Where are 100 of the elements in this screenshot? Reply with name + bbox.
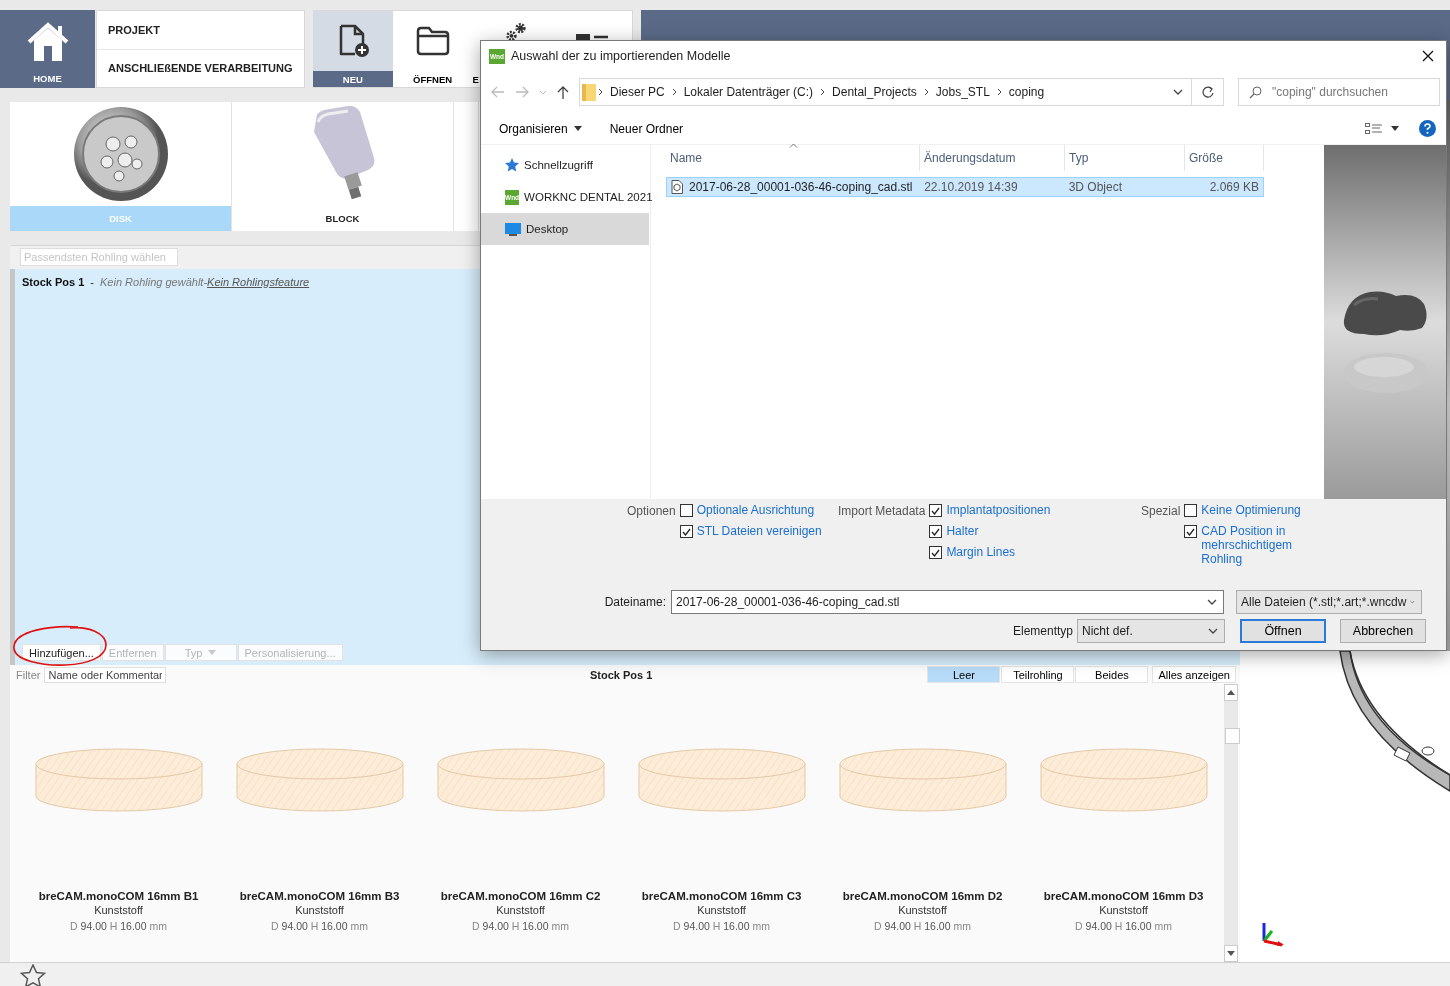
filetype-dropdown[interactable]: Alle Dateien (*.stl;*.art;*.wncdw	[1236, 590, 1422, 614]
material-text: Kunststoff	[94, 904, 143, 917]
nav-item[interactable]: Desktop	[481, 213, 649, 245]
breadcrumb-item[interactable]: Lokaler Datenträger (C:)	[678, 85, 819, 99]
caret-icon	[208, 650, 217, 656]
field-label: Dateiname:	[603, 595, 667, 609]
breadcrumb-item[interactable]: Dieser PC	[605, 85, 670, 99]
filter-toggle[interactable]: Teilrohling	[1001, 666, 1075, 684]
dropdown-icon	[1410, 599, 1415, 605]
option-label[interactable]: STL Dateien vereinigen	[696, 524, 822, 538]
checkbox[interactable]	[1184, 525, 1198, 538]
chevron-icon	[598, 88, 603, 96]
dimensions-text: D 94.00 H 16.00 mm	[1075, 920, 1172, 933]
nav-item[interactable]: Schnellzugriff	[481, 149, 649, 181]
dimensions-text: D 94.00 H 16.00 mm	[70, 920, 167, 933]
check-icon	[931, 548, 941, 557]
view-options-button[interactable]	[1365, 122, 1399, 135]
star-icon[interactable]	[505, 158, 519, 172]
search-field[interactable]: Passendsten Rohling wählen	[20, 248, 178, 267]
column-header[interactable]: Größe	[1185, 145, 1264, 171]
chevron-icon	[923, 88, 929, 96]
show-all-button[interactable]: Alles anzeigen	[1152, 666, 1236, 684]
stock-name: breCAM.monoCOM 16mm C2	[440, 890, 601, 903]
column-header[interactable]: Änderungsdatum	[920, 145, 1065, 171]
filter-toggle[interactable]: Leer	[927, 666, 1001, 684]
refresh-button[interactable]	[1192, 78, 1224, 106]
close-icon[interactable]	[1422, 50, 1434, 62]
option-label[interactable]: Halter	[946, 524, 979, 538]
option-label[interactable]: Margin Lines	[946, 545, 1016, 559]
dropdown-icon	[1208, 628, 1219, 634]
folder-icon	[582, 83, 596, 101]
filter-toggle[interactable]: Beides	[1075, 666, 1149, 684]
filter-field[interactable]: Name oder Kommentar	[44, 666, 167, 683]
checkbox[interactable]	[1184, 504, 1198, 517]
stock-name: breCAM.monoCOM 16mm D2	[842, 890, 1003, 903]
check-icon	[681, 527, 691, 536]
filename-field[interactable]: 2017-06-28_00001-036-46-coping_cad.stl	[671, 590, 1224, 614]
refresh-icon	[1201, 86, 1214, 98]
search-field[interactable]: "coping" durchsuchen	[1238, 78, 1440, 106]
chevron-icon	[820, 88, 826, 96]
new-folder-button[interactable]: Neuer Ordner	[609, 121, 684, 136]
chevron-icon	[671, 88, 677, 96]
check-icon	[931, 527, 941, 536]
check-icon	[1186, 527, 1196, 536]
file-icon	[671, 180, 683, 194]
desktop-icon[interactable]	[505, 222, 521, 236]
breadcrumb-item[interactable]: Dental_Projects	[827, 85, 922, 99]
folder-icon	[415, 26, 450, 56]
help-icon[interactable]	[1419, 120, 1436, 137]
stock-name: breCAM.monoCOM 16mm B1	[38, 890, 199, 903]
address-bar[interactable]: Dieser PC Lokaler Datenträger (C:) Dental_Projects Jobs_STL coping	[579, 78, 1192, 106]
scroll-thumb[interactable]	[1225, 728, 1240, 745]
group-label: Optionen	[627, 503, 676, 520]
scroll-down-icon[interactable]	[1227, 951, 1235, 956]
up-icon[interactable]	[557, 85, 569, 99]
dialog-title: Auswahl der zu importierenden Modelle	[511, 49, 731, 63]
menu-item[interactable]: ANSCHLIEßENDE VERARBEITUNG	[97, 49, 304, 87]
menu-item[interactable]: PROJEKT	[97, 11, 304, 50]
option-label[interactable]: Implantatpositionen	[946, 503, 1051, 517]
column-header[interactable]: Name	[666, 145, 920, 171]
status-text: Kein Rohling gewählt-	[100, 275, 208, 288]
gears-icon	[506, 23, 527, 41]
checkbox[interactable]	[679, 504, 693, 517]
checkbox[interactable]	[929, 525, 943, 538]
checkbox[interactable]	[929, 504, 943, 517]
file-row[interactable]: 2017-06-28_00001-036-46-coping_cad.stl 22.10.2019 14:39 3D Object 2.069 KB	[666, 177, 1264, 197]
view-list-icon	[1365, 122, 1383, 135]
cancel-button[interactable]: Abbrechen	[1340, 619, 1427, 643]
toolbar-button[interactable]: NEU	[313, 11, 393, 87]
feature-link[interactable]: Kein Rohlingsfeature	[207, 275, 310, 288]
material-text: Kunststoff	[1099, 904, 1148, 917]
file-name: 2017-06-28_00001-036-46-coping_cad.stl	[689, 180, 913, 194]
separator-text: -	[90, 275, 95, 288]
option-label[interactable]: CAD Position in mehrschichtigem Rohling	[1201, 524, 1302, 566]
column-header[interactable]: Typ	[1065, 145, 1185, 171]
file-size: 2.069 KB	[1208, 180, 1260, 194]
scroll-up-icon[interactable]	[1227, 690, 1235, 696]
option-label[interactable]: Keine Optimierung	[1201, 503, 1301, 517]
option-label[interactable]: Optionale Ausrichtung	[696, 503, 815, 517]
caret-icon	[1391, 126, 1399, 131]
stock-name: breCAM.monoCOM 16mm C3	[641, 890, 802, 903]
open-button[interactable]: Öffnen	[1240, 619, 1327, 643]
dropdown-icon	[1207, 599, 1217, 605]
action-button[interactable]: Hinzufügen...	[22, 644, 101, 662]
checkbox[interactable]	[929, 546, 943, 559]
dimensions-text: D 94.00 H 16.00 mm	[271, 920, 368, 933]
checkbox[interactable]	[679, 525, 693, 538]
elementtype-dropdown[interactable]: Nicht def.	[1077, 619, 1226, 643]
organize-menu[interactable]: Organisieren	[499, 121, 582, 136]
stock-name: breCAM.monoCOM 16mm D3	[1043, 890, 1204, 903]
dimensions-text: D 94.00 H 16.00 mm	[874, 920, 971, 933]
dropdown-icon[interactable]	[1173, 89, 1183, 95]
group-label: Import Metadata	[838, 503, 926, 520]
material-text: Kunststoff	[697, 904, 746, 917]
home-tab[interactable]: HOME	[0, 10, 95, 88]
breadcrumb-item[interactable]: Jobs_STL	[930, 85, 995, 99]
breadcrumb-item[interactable]: coping	[1003, 85, 1050, 99]
check-icon	[931, 506, 941, 515]
star-icon[interactable]	[20, 963, 46, 986]
group-label: Spezial	[1141, 503, 1181, 520]
